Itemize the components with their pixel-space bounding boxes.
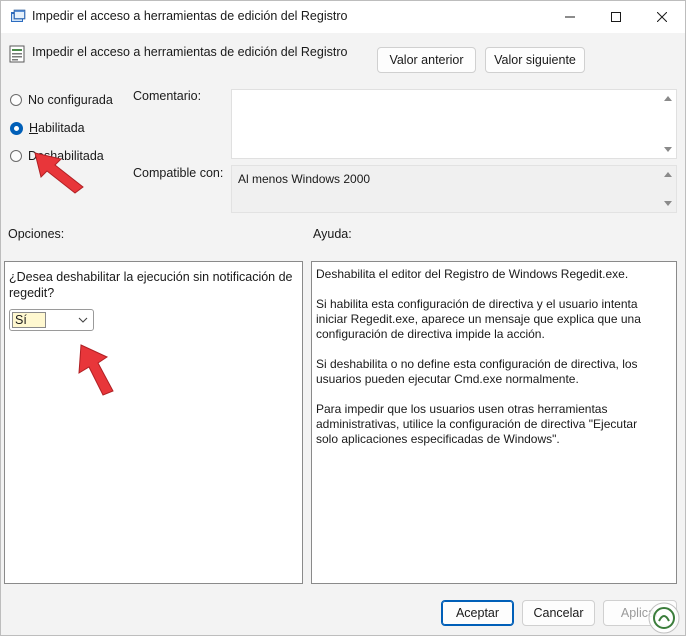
- policy-dialog: Impedir el acceso a herramientas de edic…: [0, 0, 686, 636]
- supported-on-value: Al menos Windows 2000: [238, 172, 371, 186]
- help-paragraph: Si habilita esta configuración de direct…: [316, 297, 641, 341]
- supported-scrollbar[interactable]: [660, 166, 676, 212]
- close-icon: [657, 12, 667, 22]
- annotation-arrow-icon: [34, 152, 84, 194]
- comment-textarea[interactable]: [231, 89, 677, 159]
- radio-enabled[interactable]: Habilitada: [10, 120, 85, 136]
- help-paragraph: Para impedir que los usuarios usen otras…: [316, 402, 638, 446]
- help-paragraph: Deshabilita el editor del Registro de Wi…: [316, 267, 629, 281]
- policy-title: Impedir el acceso a herramientas de edic…: [32, 45, 348, 59]
- comment-scrollbar[interactable]: [660, 90, 676, 158]
- help-section-label: Ayuda:: [313, 227, 352, 241]
- scroll-down-arrow-icon[interactable]: [664, 147, 672, 152]
- annotation-arrow-icon: [78, 344, 114, 396]
- comment-label: Comentario:: [133, 89, 202, 103]
- cancel-button[interactable]: Cancelar: [522, 600, 595, 626]
- combobox-value: Sí: [12, 312, 46, 328]
- radio-label: Habilitada: [29, 121, 85, 135]
- watermark-logo: [647, 601, 681, 635]
- scroll-down-arrow-icon[interactable]: [664, 201, 672, 206]
- help-text: Deshabilita el editor del Registro de Wi…: [316, 267, 656, 462]
- close-button[interactable]: [639, 1, 685, 33]
- ok-button[interactable]: Aceptar: [441, 600, 514, 626]
- chevron-down-icon: [78, 317, 88, 323]
- previous-setting-button[interactable]: Valor anterior: [377, 47, 476, 73]
- radio-circle: [10, 94, 22, 106]
- scroll-up-arrow-icon[interactable]: [664, 96, 672, 101]
- supported-on-field: Al menos Windows 2000: [231, 165, 677, 213]
- radio-circle-checked: [10, 121, 23, 135]
- maximize-icon: [611, 12, 621, 22]
- window-title: Impedir el acceso a herramientas de edic…: [32, 9, 348, 23]
- title-bar: Impedir el acceso a herramientas de edic…: [1, 1, 685, 33]
- help-paragraph: Si deshabilita o no define esta configur…: [316, 357, 638, 386]
- supported-on-label: Compatible con:: [133, 166, 224, 180]
- minimize-icon: [565, 16, 575, 18]
- disable-regedit-combobox[interactable]: Sí: [9, 309, 94, 331]
- next-setting-button[interactable]: Valor siguiente: [485, 47, 585, 73]
- radio-label: No configurada: [28, 93, 113, 107]
- policy-setting-icon: [9, 45, 25, 63]
- radio-not-configured[interactable]: No configurada: [10, 92, 113, 108]
- radio-circle: [10, 150, 22, 162]
- minimize-button[interactable]: [547, 1, 593, 33]
- watermark-logo-icon: [648, 602, 680, 634]
- policy-editor-icon: [10, 9, 26, 25]
- options-question: ¿Desea deshabilitar la ejecución sin not…: [9, 270, 293, 300]
- maximize-button[interactable]: [593, 1, 639, 33]
- scroll-up-arrow-icon[interactable]: [664, 172, 672, 177]
- options-section-label: Opciones:: [8, 227, 65, 241]
